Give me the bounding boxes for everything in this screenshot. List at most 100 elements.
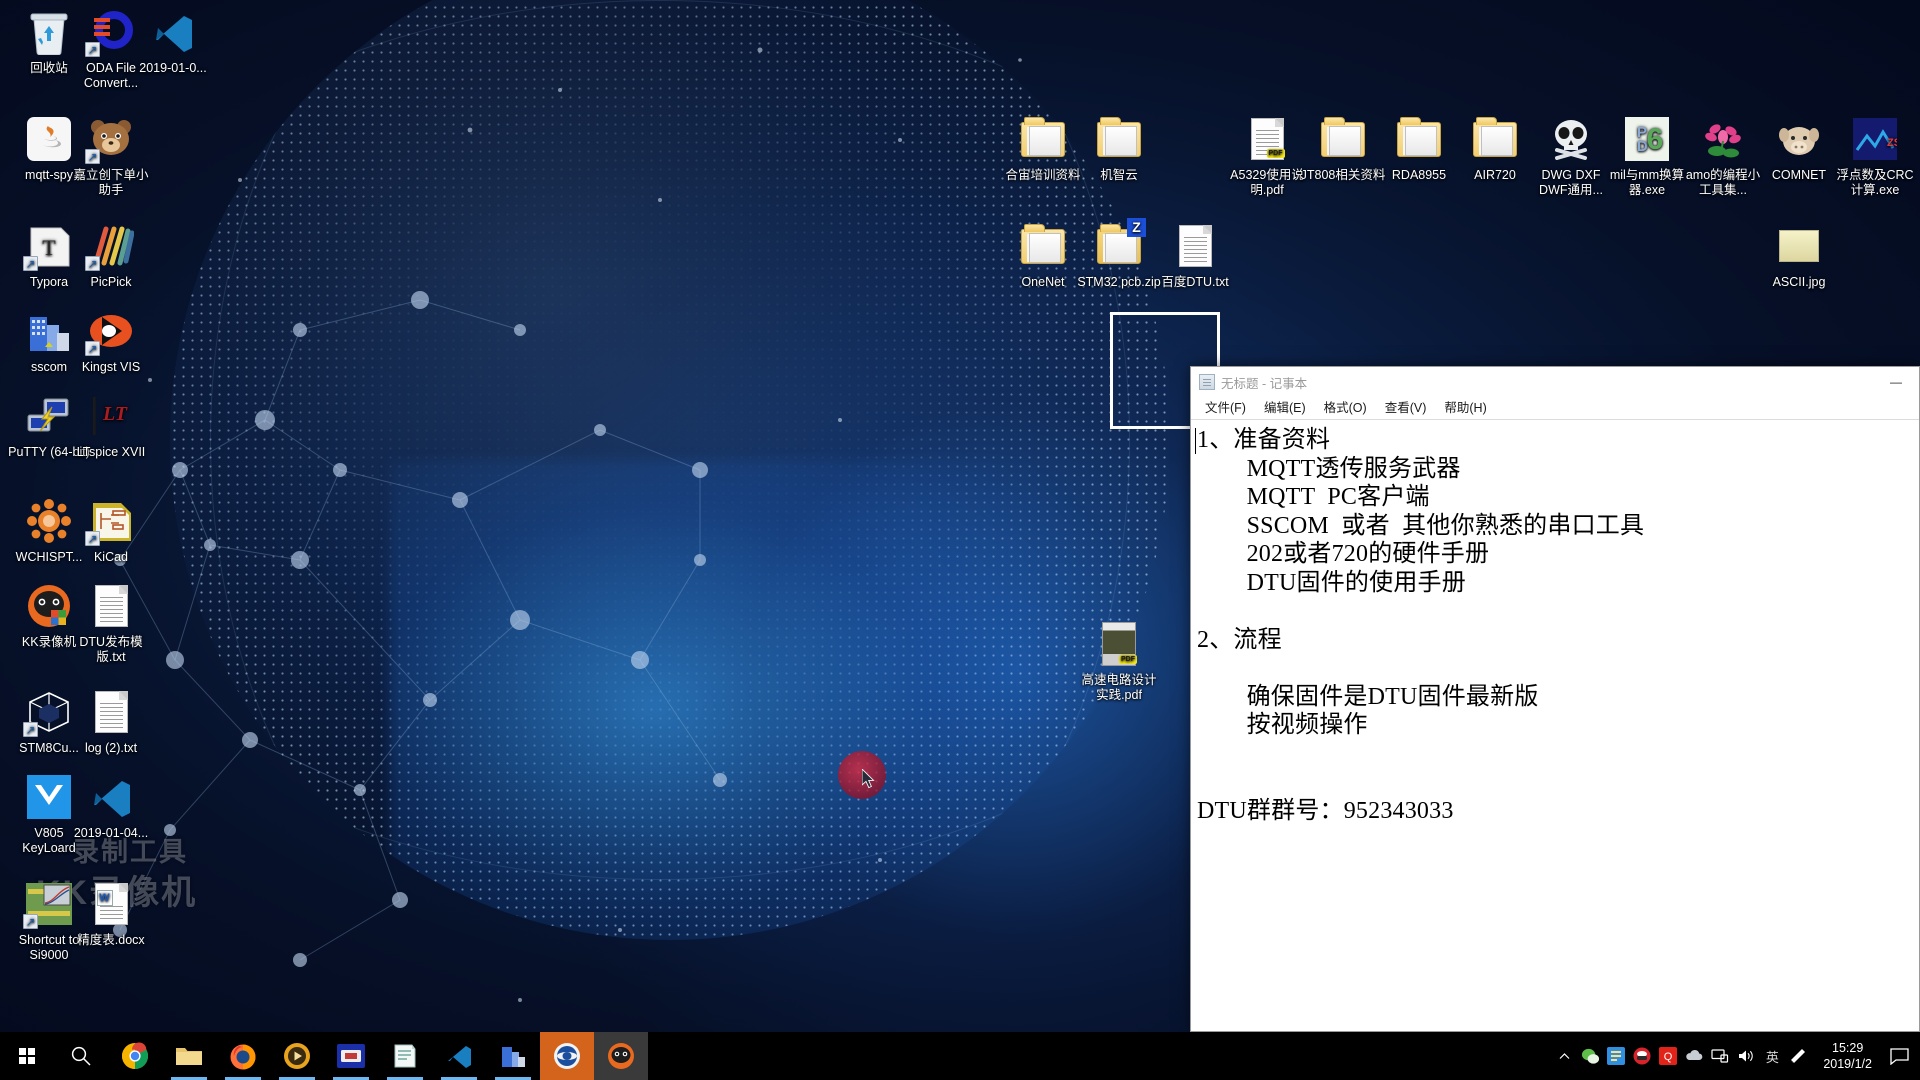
desktop-icon-stm32-pcb-zip[interactable]: Z STM32 pcb.zip [1076,218,1162,290]
desktop-icon-jlc-order-helper[interactable]: 嘉立创下单小助手 [68,115,154,198]
desktop-icon-comnet[interactable]: COMNET [1756,115,1842,183]
desktop-icon-picpick[interactable]: PicPick [68,222,154,290]
ltspice-icon: LT [87,392,135,440]
taskbar-kk-recorder[interactable] [594,1032,648,1080]
recycle-icon [25,8,73,56]
menu-help[interactable]: 帮助(H) [1436,398,1494,418]
desktop-icon-vscode-2019-01-0[interactable]: 2019-01-0... [130,8,216,76]
taskbar-app-list [0,1032,648,1080]
desktop-icon-a5329-manual-pdf[interactable]: PDF A5329使用说明.pdf [1224,115,1310,198]
desktop-icon-mil-mm-converter-exe[interactable]: P D 6 mil与mm换算器.exe [1604,115,1690,198]
tray-overflow-chevron[interactable] [1551,1032,1577,1080]
menu-view[interactable]: 查看(V) [1377,398,1435,418]
desktop-icon-label: 2019-01-0... [139,61,207,75]
notepad-window[interactable]: 无标题 - 记事本 — 文件(F) 编辑(E) 格式(O) 查看(V) 帮助(H… [1190,366,1920,1032]
taskbar-chrome[interactable] [108,1032,162,1080]
doc-icon [87,688,135,736]
oda-icon [85,8,135,57]
folder-icon [1471,115,1519,163]
tray-qq[interactable]: Q [1655,1032,1681,1080]
shortcut-arrow-icon [85,531,100,546]
desktop-icon-vscode-2019-01-04[interactable]: 2019-01-04... [68,773,154,841]
desktop-icon-onenet-folder[interactable]: OneNet [1000,222,1086,290]
desktop-icon-gizwits-folder[interactable]: 机智云 [1076,115,1162,183]
desktop-icon-log-2-txt[interactable]: log (2).txt [68,688,154,756]
notepad-text-area[interactable]: 1、准备资料 MQTT透传服务武器 MQTT PC客户端 SSCOM 或者 其他… [1191,419,1919,1031]
desktop-icon-label: AIR720 [1474,168,1516,182]
desktop-icon-kicad[interactable]: KiCad [68,497,154,565]
kicad-icon [85,497,135,546]
action-center-button[interactable] [1884,1032,1914,1080]
desktop-icon-label: 百度DTU.txt [1161,275,1229,289]
tray-app-red[interactable] [1629,1032,1655,1080]
tray-volume[interactable] [1733,1032,1759,1080]
bear-icon [85,115,135,164]
taskbar-clock[interactable]: 15:29 2019/1/2 [1811,1040,1884,1072]
desktop-icon-label: STM32 pcb.zip [1077,275,1161,289]
taskbar-media[interactable] [324,1032,378,1080]
tray-ime-pen[interactable] [1785,1032,1811,1080]
kk-icon [25,582,73,630]
zip-icon: Z [1095,218,1146,270]
desktop-icon-dtu-release-template-txt[interactable]: DTU发布模版.txt [68,582,154,665]
vscode-icon [149,8,197,56]
tray-wechat[interactable] [1577,1032,1603,1080]
desktop-icon-label: DTU发布模版.txt [79,635,143,664]
tray-network[interactable] [1707,1032,1733,1080]
desktop-icon-ltspice-xvii[interactable]: LT LTspice XVII [68,392,154,460]
si9000-icon [23,880,73,929]
stm8-icon [23,688,73,737]
folder-icon [1095,115,1143,163]
tray-ime[interactable]: 英 [1759,1032,1785,1080]
notepad-content[interactable]: 1、准备资料 MQTT透传服务武器 MQTT PC客户端 SSCOM 或者 其他… [1191,420,1919,825]
desktop-icon-amo-programming-tools[interactable]: amo的编程小工具集... [1680,115,1766,198]
desktop-icon-hezhou-training-folder[interactable]: 合宙培训资料 [1000,115,1086,183]
desktop-icon-air720-folder[interactable]: AIR720 [1452,115,1538,183]
desktop-icon-baidu-dtu-txt[interactable]: 百度DTU.txt [1152,222,1238,290]
clock-date: 2019/1/2 [1823,1057,1872,1071]
search-button[interactable] [54,1032,108,1080]
desktop-icon-high-speed-circuit-pdf[interactable]: PDF 高速电路设计实践.pdf [1076,620,1162,703]
desktop-icon-float-crc-calc-exe[interactable]: ZS 浮点数及CRC计算.exe [1832,115,1918,198]
image-icon [1775,222,1823,270]
desktop-icon-rda8955-folder[interactable]: RDA8955 [1376,115,1462,183]
notepad-icon [1199,374,1215,390]
sscom-icon [25,307,73,355]
desktop-icon-kingst-vis[interactable]: Kingst VIS [68,307,154,375]
search-icon [71,1046,91,1066]
shortcut-arrow-icon [85,42,100,57]
notepad-title: 无标题 - 记事本 [1221,376,1308,391]
desktop-icon-ascii-jpg[interactable]: ASCII.jpg [1756,222,1842,290]
taskbar-file-explorer[interactable] [162,1032,216,1080]
desktop-icon-jt808-folder[interactable]: JT808相关资料 [1300,115,1386,183]
taskbar: Q 英 15:29 2019/1/2 [0,1032,1920,1080]
svg-text:Q: Q [1664,1051,1673,1063]
taskbar-vscode[interactable] [432,1032,486,1080]
taskbar-sscom[interactable] [486,1032,540,1080]
taskbar-notepad[interactable] [378,1032,432,1080]
taskbar-firefox[interactable] [216,1032,270,1080]
shortcut-arrow-icon [23,256,38,271]
desktop-icon-label: JT808相关资料 [1300,168,1386,182]
mouse-cursor [862,769,875,789]
menu-edit[interactable]: 编辑(E) [1256,398,1314,418]
menu-file[interactable]: 文件(F) [1197,398,1254,418]
notepad-titlebar[interactable]: 无标题 - 记事本 — [1191,367,1919,397]
tray-app-blue[interactable] [1603,1032,1629,1080]
desktop-icon-label: 精度表.docx [77,933,145,947]
taskbar-potplayer[interactable] [270,1032,324,1080]
menu-format[interactable]: 格式(O) [1316,398,1375,418]
tray-cloud[interactable] [1681,1032,1707,1080]
shortcut-arrow-icon [23,914,38,929]
start-button[interactable] [0,1032,54,1080]
desktop-icon-jingdu-biao-docx[interactable]: W 精度表.docx [68,880,154,948]
crc-icon: ZS [1851,115,1899,163]
v805-icon [25,773,73,821]
desktop-icon-dwg-dxf-converter[interactable]: DWG DXF DWF通用... [1528,115,1614,198]
window-controls: — [1873,367,1919,397]
minimize-button[interactable]: — [1873,367,1919,397]
desktop-icon-label: 2019-01-04... [73,826,149,840]
desktop-icon-label: A5329使用说明.pdf [1230,168,1304,197]
taskbar-active-app[interactable] [540,1032,594,1080]
pdf-icon: PDF [1243,115,1291,163]
